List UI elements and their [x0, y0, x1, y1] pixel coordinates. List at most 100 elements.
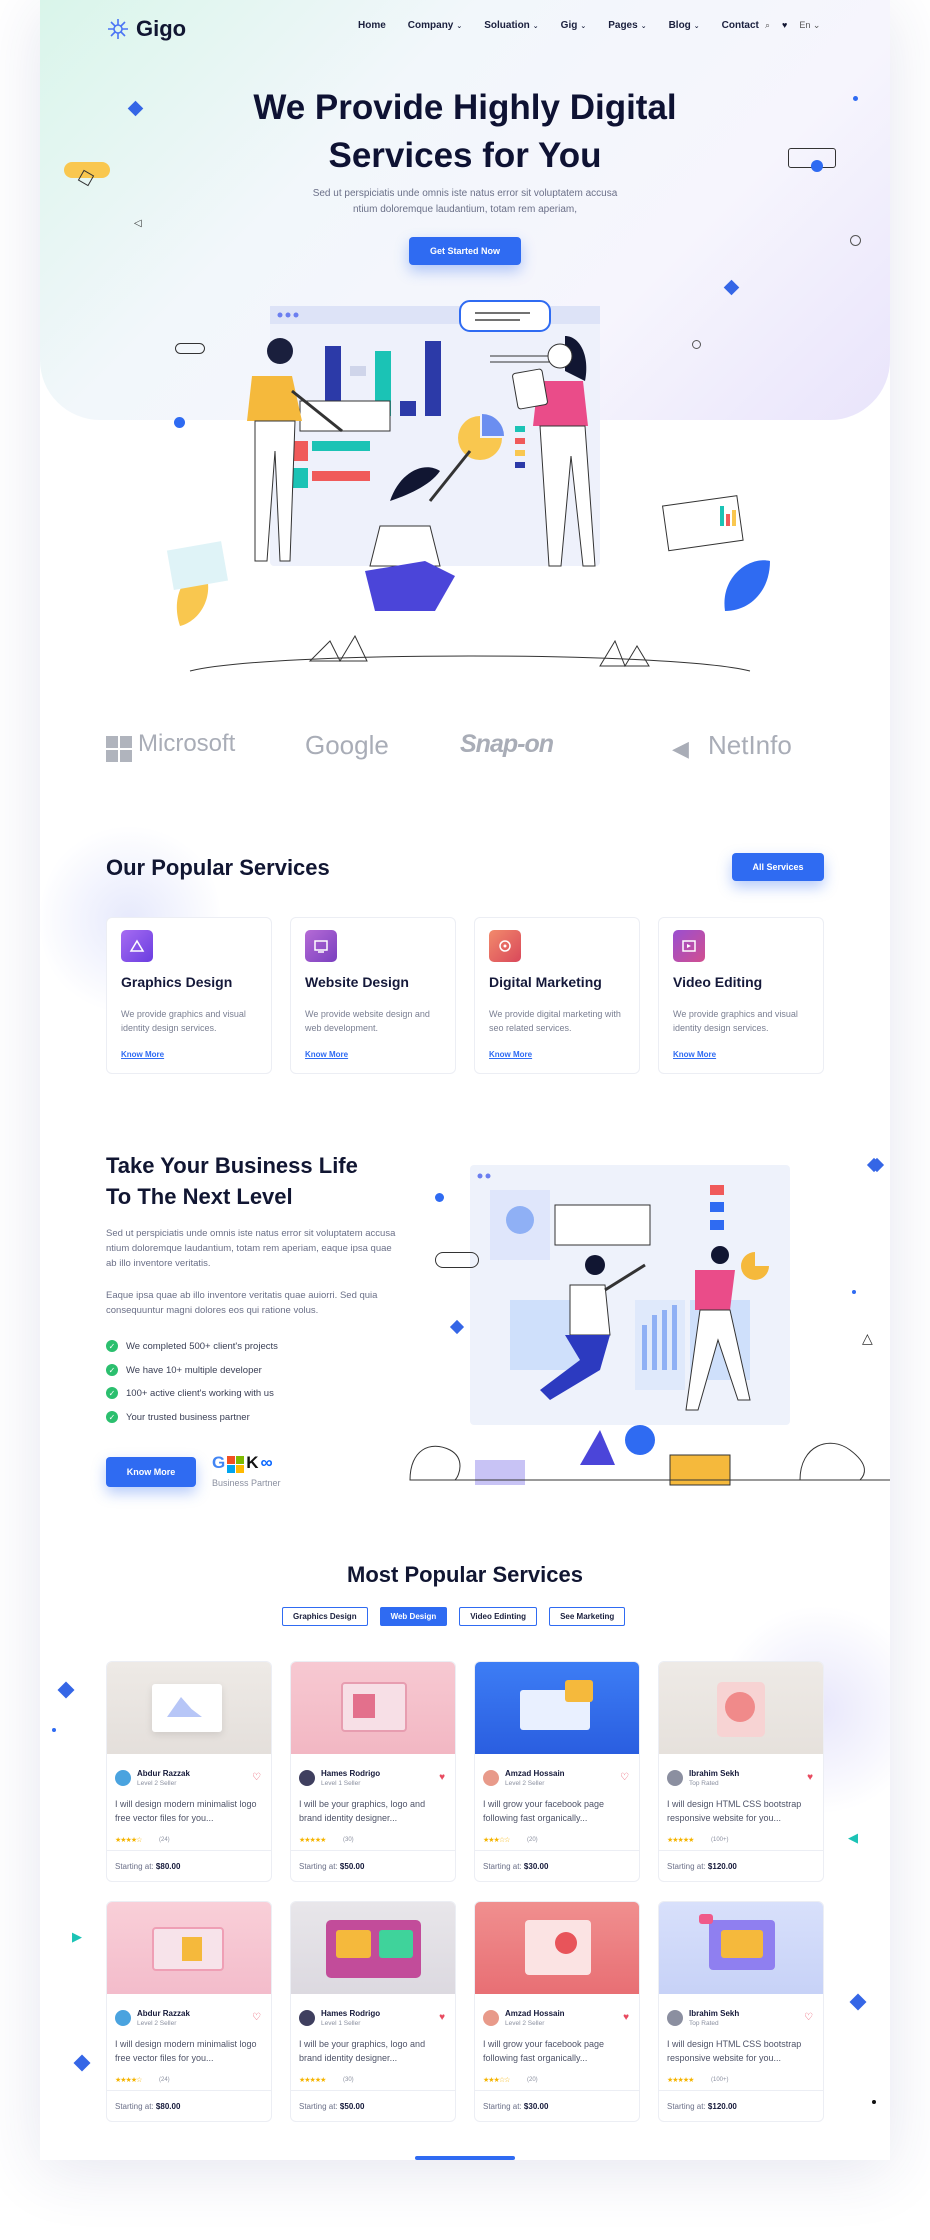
- check-icon: ✓: [106, 1364, 118, 1376]
- heart-outline-icon[interactable]: ♡: [620, 1772, 629, 1783]
- seller-name[interactable]: Abdur Razzak: [137, 1769, 190, 1778]
- hero-title-line: We Provide Highly Digital: [253, 88, 677, 127]
- gig-description[interactable]: I will design HTML CSS bootstrap respons…: [667, 1797, 817, 1825]
- heart-outline-icon[interactable]: ♡: [252, 1772, 261, 1783]
- nav-item-gig[interactable]: Gig ⌄: [561, 20, 587, 31]
- divider: [659, 2090, 823, 2091]
- service-card[interactable]: Graphics Design We provide graphics and …: [106, 917, 272, 1074]
- tab-see-marketing[interactable]: See Marketing: [549, 1607, 626, 1626]
- logo-text: Gigo: [136, 16, 187, 41]
- seller-level: Level 1 Seller: [321, 1780, 361, 1787]
- decor-triangle-outline: △: [862, 1330, 873, 1346]
- check-icon: ✓: [106, 1411, 118, 1423]
- gig-description[interactable]: I will design modern minimalist logo fre…: [115, 1797, 265, 1825]
- seller-name[interactable]: Hames Rodrigo: [321, 2009, 380, 2018]
- price-label: Starting at:: [483, 1862, 522, 1871]
- gig-card[interactable]: Hames Rodrigo Level 1 Seller ♥ I will be…: [290, 1661, 456, 1882]
- price-label: Starting at:: [115, 1862, 154, 1871]
- gig-card[interactable]: Ibrahim Sekh Top Rated ♡ I will design H…: [658, 1901, 824, 2122]
- business-partner-caption: Business Partner: [212, 1478, 281, 1488]
- heart-filled-icon[interactable]: ♥: [623, 2012, 629, 2023]
- avatar: [115, 1770, 131, 1786]
- gig-card[interactable]: Ibrahim Sekh Top Rated ♥ I will design H…: [658, 1661, 824, 1882]
- service-card[interactable]: Video Editing We provide graphics and vi…: [658, 917, 824, 1074]
- check-item: ✓ We have 10+ multiple developer: [106, 1364, 262, 1376]
- gig-card[interactable]: Abdur Razzak Level 2 Seller ♡ I will des…: [106, 1661, 272, 1882]
- seller-name[interactable]: Ibrahim Sekh: [689, 2009, 739, 2018]
- avatar: [299, 2010, 315, 2026]
- gig-description[interactable]: I will design modern minimalist logo fre…: [115, 2037, 265, 2065]
- decor-dot: [853, 96, 858, 101]
- heart-icon[interactable]: ♥: [782, 20, 787, 31]
- rating-stars: ★★★★★: [667, 1837, 694, 1844]
- service-card[interactable]: Website Design We provide website design…: [290, 917, 456, 1074]
- nav-item-home[interactable]: Home: [358, 20, 386, 31]
- logo[interactable]: Gigo: [106, 16, 186, 42]
- divider: [659, 1850, 823, 1851]
- service-desc: We provide website design and web develo…: [305, 1009, 430, 1033]
- language-label: En: [799, 20, 811, 30]
- heart-filled-icon[interactable]: ♥: [439, 1772, 445, 1783]
- gig-description[interactable]: I will design HTML CSS bootstrap respons…: [667, 2037, 817, 2065]
- price-value: $30.00: [523, 2102, 549, 2111]
- review-count: (20): [527, 2077, 538, 2083]
- gig-card[interactable]: Abdur Razzak Level 2 Seller ♡ I will des…: [106, 1901, 272, 2122]
- gig-description[interactable]: I will be your graphics, logo and brand …: [299, 2037, 449, 2065]
- know-more-link[interactable]: Know More: [673, 1050, 716, 1059]
- search-icon[interactable]: ⌕: [765, 20, 770, 31]
- gig-price: Starting at: $30.00: [483, 1862, 548, 1871]
- seller-name[interactable]: Hames Rodrigo: [321, 1769, 380, 1778]
- partner-google: Google: [305, 730, 389, 760]
- gig-image: [291, 1662, 455, 1754]
- chevron-down-icon: ⌄: [580, 22, 587, 30]
- hero-illustration: [166, 300, 770, 672]
- gig-card[interactable]: Amzad Hossain Level 2 Seller ♥ I will gr…: [474, 1901, 640, 2122]
- business-title-line: To The Next Level: [106, 1184, 293, 1209]
- service-title: Digital Marketing: [489, 974, 602, 990]
- tab-video-editing[interactable]: Video Edinting: [459, 1607, 538, 1626]
- google-g-icon: G: [212, 1453, 226, 1472]
- gig-description[interactable]: I will grow your facebook page following…: [483, 1797, 633, 1825]
- divider: [475, 1850, 639, 1851]
- heart-filled-icon[interactable]: ♥: [807, 1772, 813, 1783]
- chevron-down-icon: ⌄: [693, 22, 700, 30]
- seller-name[interactable]: Abdur Razzak: [137, 2009, 190, 2018]
- gig-image: [475, 1662, 639, 1754]
- gig-card[interactable]: Amzad Hossain Level 2 Seller ♡ I will gr…: [474, 1661, 640, 1882]
- heart-outline-icon[interactable]: ♡: [804, 2012, 813, 2023]
- get-started-button[interactable]: Get Started Now: [409, 237, 521, 265]
- nav-item-pages[interactable]: Pages ⌄: [608, 20, 646, 31]
- tab-web-design[interactable]: Web Design: [379, 1607, 448, 1626]
- know-more-link[interactable]: Know More: [121, 1050, 164, 1059]
- seller-name[interactable]: Amzad Hossain: [505, 2009, 565, 2018]
- language-select[interactable]: En ⌄: [799, 20, 820, 31]
- gig-price: Starting at: $80.00: [115, 2102, 180, 2111]
- popular-services-title: Our Popular Services: [106, 855, 330, 880]
- check-label: 100+ active client's working with us: [126, 1387, 274, 1399]
- tab-graphics-design[interactable]: Graphics Design: [282, 1607, 368, 1626]
- know-more-link[interactable]: Know More: [305, 1050, 348, 1059]
- service-card[interactable]: Digital Marketing We provide digital mar…: [474, 917, 640, 1074]
- nav-item-soluation[interactable]: Soluation ⌄: [484, 20, 538, 31]
- price-label: Starting at:: [115, 2102, 154, 2111]
- avatar: [299, 1770, 315, 1786]
- review-count: (30): [343, 1837, 354, 1843]
- seller-name[interactable]: Amzad Hossain: [505, 1769, 565, 1778]
- nav-item-contact[interactable]: Contact: [722, 20, 759, 31]
- most-popular-title: Most Popular Services: [347, 1562, 583, 1587]
- heart-filled-icon[interactable]: ♥: [439, 2012, 445, 2023]
- all-services-button[interactable]: All Services: [732, 853, 824, 881]
- know-more-link[interactable]: Know More: [489, 1050, 532, 1059]
- review-count: (20): [527, 1837, 538, 1843]
- price-value: $50.00: [339, 1862, 365, 1871]
- nav-item-company[interactable]: Company ⌄: [408, 20, 462, 31]
- gig-image: [107, 1902, 271, 1994]
- gig-description[interactable]: I will be your graphics, logo and brand …: [299, 1797, 449, 1825]
- seller-level: Level 2 Seller: [137, 2020, 177, 2027]
- gig-card[interactable]: Hames Rodrigo Level 1 Seller ♥ I will be…: [290, 1901, 456, 2122]
- gig-description[interactable]: I will grow your facebook page following…: [483, 2037, 633, 2065]
- heart-outline-icon[interactable]: ♡: [252, 2012, 261, 2023]
- seller-name[interactable]: Ibrahim Sekh: [689, 1769, 739, 1778]
- know-more-button[interactable]: Know More: [106, 1457, 196, 1487]
- nav-item-blog[interactable]: Blog ⌄: [669, 20, 700, 31]
